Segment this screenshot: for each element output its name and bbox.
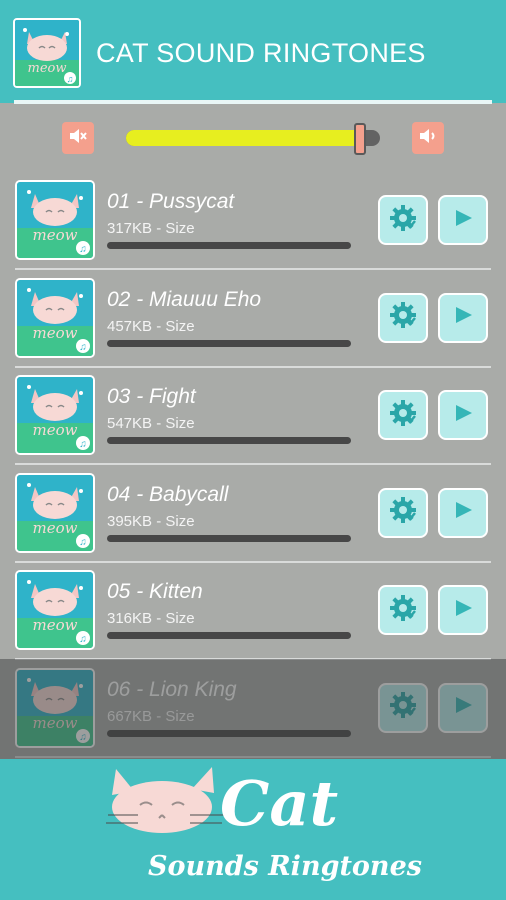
- svg-text:meow: meow: [28, 61, 67, 76]
- gear-icon: [388, 203, 418, 238]
- ringtone-row[interactable]: meow ♫ 01 - Pussycat 317KB - Size: [0, 172, 506, 270]
- ringtone-row[interactable]: meow ♫ 04 - Babycall 395KB - Size: [0, 465, 506, 563]
- play-button[interactable]: [438, 292, 488, 343]
- mute-button[interactable]: [62, 122, 94, 154]
- playback-progress-bar[interactable]: [107, 632, 351, 639]
- cat-meow-logo-icon: meow ♫: [13, 18, 81, 88]
- ringtone-title: 05 - Kitten: [107, 580, 203, 603]
- svg-text:♫: ♫: [79, 634, 87, 645]
- cat-meow-thumbnail-icon: meow ♫: [15, 180, 95, 260]
- svg-text:meow: meow: [33, 324, 78, 342]
- ringtone-row[interactable]: meow ♫ 02 - Miauuu Eho 457KB - Size: [0, 270, 506, 368]
- ringtone-size: 317KB - Size: [107, 220, 195, 237]
- playback-progress-bar[interactable]: [107, 437, 351, 444]
- app-header: meow ♫ CAT SOUND RINGTONES: [0, 0, 506, 103]
- svg-text:♫: ♫: [79, 439, 87, 450]
- cat-face-icon: [106, 767, 224, 833]
- volume-slider-fill: [126, 130, 360, 146]
- set-ringtone-button[interactable]: [378, 390, 428, 440]
- play-button[interactable]: [438, 487, 488, 538]
- play-icon: [451, 303, 475, 332]
- set-ringtone-button[interactable]: [378, 195, 428, 245]
- ringtone-title: 02 - Miauuu Eho: [107, 287, 262, 311]
- set-ringtone-button[interactable]: [378, 292, 428, 343]
- ringtone-size: 547KB - Size: [107, 415, 195, 432]
- play-button[interactable]: [438, 585, 488, 635]
- scroll-fade-overlay: [0, 659, 506, 759]
- speaker-volume-icon: [418, 127, 438, 150]
- cat-meow-thumbnail-icon: meow ♫: [15, 570, 95, 650]
- ringtone-size: 457KB - Size: [107, 317, 195, 335]
- play-icon: [451, 498, 475, 527]
- play-icon: [451, 596, 475, 625]
- svg-text:meow: meow: [33, 421, 78, 439]
- svg-text:meow: meow: [33, 616, 78, 634]
- svg-text:♫: ♫: [79, 244, 87, 255]
- ringtone-title: 01 - Pussycat: [107, 190, 235, 213]
- gear-icon: [388, 495, 418, 530]
- app-title: CAT SOUND RINGTONES: [96, 38, 426, 68]
- playback-progress-bar[interactable]: [107, 534, 351, 542]
- cat-meow-thumbnail-icon: meow ♫: [15, 277, 95, 358]
- ringtone-row[interactable]: meow ♫ 05 - Kitten 316KB - Size: [0, 562, 506, 660]
- volume-slider-handle[interactable]: [353, 123, 366, 155]
- play-icon: [451, 401, 475, 430]
- max-volume-button[interactable]: [412, 122, 444, 154]
- set-ringtone-button[interactable]: [378, 585, 428, 635]
- cat-meow-thumbnail-icon: meow ♫: [15, 472, 95, 553]
- volume-control: [0, 104, 506, 172]
- svg-text:♫: ♫: [79, 537, 87, 548]
- svg-text:meow: meow: [33, 519, 78, 537]
- ringtone-size: 395KB - Size: [107, 512, 195, 530]
- ringtone-size: 316KB - Size: [107, 610, 195, 627]
- ringtone-title: 03 - Fight: [107, 385, 196, 408]
- playback-progress-bar[interactable]: [107, 242, 351, 249]
- svg-text:meow: meow: [33, 226, 78, 244]
- play-button[interactable]: [438, 195, 488, 245]
- gear-icon: [388, 398, 418, 433]
- svg-text:♫: ♫: [79, 342, 87, 353]
- cat-meow-thumbnail-icon: meow ♫: [15, 375, 95, 455]
- ringtone-row[interactable]: meow ♫ 03 - Fight 547KB - Size: [0, 367, 506, 465]
- play-icon: [451, 206, 475, 235]
- volume-slider[interactable]: [126, 130, 380, 146]
- banner-subtitle: Sounds Ringtones: [148, 851, 422, 882]
- bottom-banner[interactable]: Cat Sounds Ringtones: [0, 759, 506, 900]
- banner-title: Cat: [220, 767, 339, 840]
- play-button[interactable]: [438, 390, 488, 440]
- playback-progress-bar[interactable]: [107, 339, 351, 347]
- set-ringtone-button[interactable]: [378, 487, 428, 538]
- svg-text:♫: ♫: [67, 74, 74, 84]
- speaker-mute-icon: [68, 127, 88, 150]
- ringtone-title: 04 - Babycall: [107, 482, 229, 506]
- gear-icon: [388, 593, 418, 628]
- gear-icon: [388, 300, 418, 335]
